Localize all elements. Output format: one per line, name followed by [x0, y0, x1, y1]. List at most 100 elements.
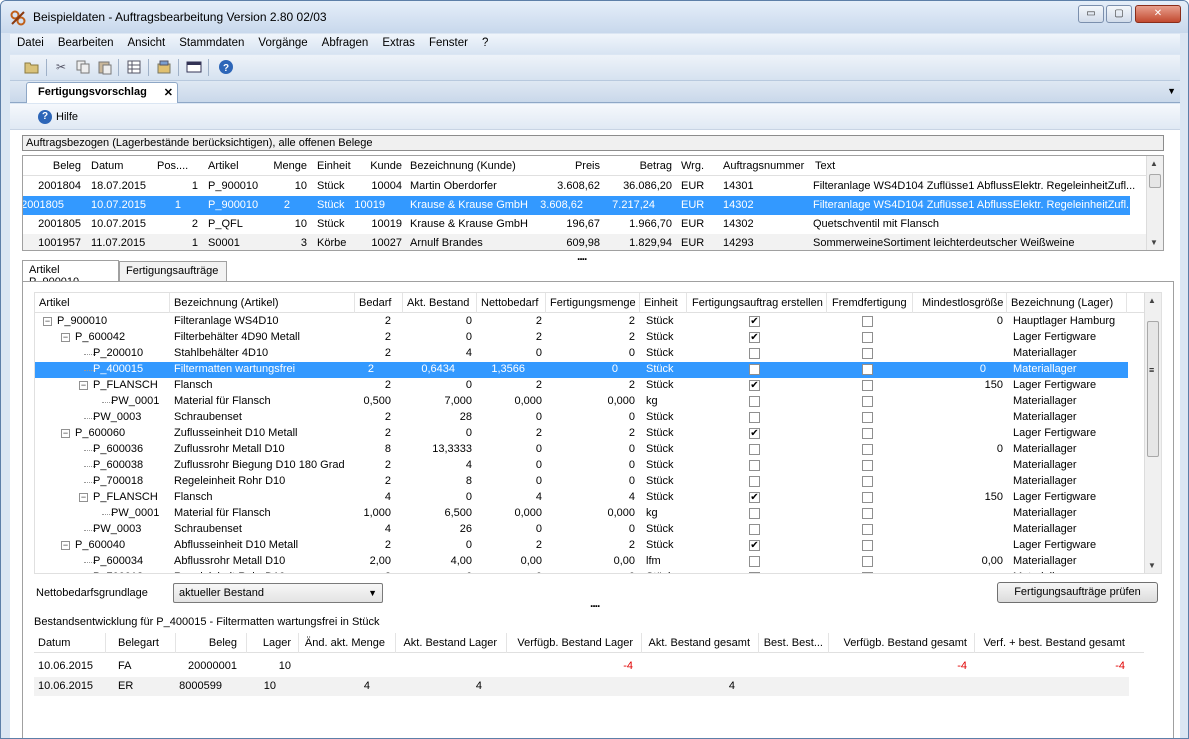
column-divider[interactable]	[758, 633, 759, 653]
fremdfertigung-checkbox[interactable]	[862, 540, 873, 551]
fertigungsauftrag-checkbox[interactable]	[749, 524, 760, 535]
fremdfertigung-checkbox[interactable]	[862, 460, 873, 471]
column-header[interactable]: Lager	[263, 637, 291, 649]
fremdfertigung-checkbox[interactable]	[862, 428, 873, 439]
column-header[interactable]: Bezeichnung (Artikel)	[174, 297, 279, 309]
column-header[interactable]: Mindestlosgröße	[922, 297, 1003, 309]
fertigungsauftrag-checkbox[interactable]	[749, 444, 760, 455]
fremdfertigung-checkbox[interactable]	[862, 316, 873, 327]
column-header[interactable]: Fremdfertigung	[832, 297, 907, 309]
menu-abfragen[interactable]: Abfragen	[315, 34, 376, 49]
fertigungsauftrag-checkbox[interactable]: ✔	[749, 492, 760, 503]
column-header[interactable]: Akt. Bestand Lager	[403, 637, 497, 649]
fertigungsauftraege-pruefen-button[interactable]: Fertigungsaufträge prüfen	[997, 582, 1158, 603]
column-header[interactable]: Fertigungsauftrag erstellen	[692, 297, 823, 309]
help-circle-icon[interactable]: ?	[38, 110, 52, 124]
column-header[interactable]: Kunde	[370, 160, 402, 172]
column-header[interactable]: Nettobedarf	[481, 297, 538, 309]
scroll-thumb[interactable]	[1149, 174, 1161, 188]
column-header[interactable]: Best. Best...	[764, 637, 823, 649]
tab-list-dropdown-icon[interactable]: ▼	[1167, 86, 1176, 96]
fremdfertigung-checkbox[interactable]	[862, 332, 873, 343]
menu-extras[interactable]: Extras	[375, 34, 422, 49]
column-header[interactable]: Beleg	[53, 160, 81, 172]
table-row[interactable]: 2001804 18.07.2015 1 P_900010 10 Stück 10004 Ma…	[23, 177, 1147, 196]
tab-fertigungsvorschlag[interactable]: Fertigungsvorschlag ✕	[26, 82, 178, 103]
column-header[interactable]: Menge	[273, 160, 307, 172]
fremdfertigung-checkbox[interactable]	[862, 444, 873, 455]
table-row[interactable]: 2001805 10.07.2015 1 P_900010 2 Stück 10019 Kra…	[23, 196, 1135, 215]
column-divider[interactable]	[912, 293, 913, 313]
tree-row[interactable]: PW_0003 Schraubenset 2 28 0 0 Stück Materiallag…	[35, 410, 1145, 426]
column-header[interactable]: Verf. + best. Bestand gesamt	[983, 637, 1125, 649]
fremdfertigung-checkbox[interactable]	[862, 508, 873, 519]
column-header[interactable]: Verfügb. Bestand Lager	[517, 637, 633, 649]
tree-row[interactable]: − P_600060 Zuflusseinheit D10 Metall 2 0 2 2 St…	[35, 426, 1145, 442]
fertigungsauftrag-checkbox[interactable]: ✔	[749, 316, 760, 327]
scroll-up-icon[interactable]: ▲	[1150, 159, 1158, 168]
menu-help[interactable]: ?	[475, 34, 495, 49]
column-header[interactable]: Fertigungsmenge	[550, 297, 636, 309]
column-divider[interactable]	[402, 293, 403, 313]
column-divider[interactable]	[1126, 293, 1127, 313]
stock-row[interactable]: 10.06.2015 FA 20000001 10 -4 -4 -4	[34, 657, 1144, 676]
column-header[interactable]: Einheit	[644, 297, 678, 309]
stock-development-table[interactable]: Datum Belegart Beleg Lager Änd. akt. Menge Ak…	[34, 633, 1144, 698]
column-divider[interactable]	[828, 633, 829, 653]
orders-table[interactable]: Beleg Datum Pos.... Artikel Menge Einheit Kund…	[22, 155, 1164, 251]
column-header[interactable]: Beleg	[209, 637, 237, 649]
column-divider[interactable]	[298, 633, 299, 653]
table-row[interactable]: 2001805 10.07.2015 2 P_QFL 10 Stück 10019 Kraus…	[23, 215, 1147, 234]
table-icon[interactable]	[126, 59, 142, 75]
fremdfertigung-checkbox[interactable]	[862, 556, 873, 567]
column-divider[interactable]	[639, 293, 640, 313]
fremdfertigung-checkbox[interactable]	[862, 364, 873, 375]
column-divider[interactable]	[686, 293, 687, 313]
collapse-toggle-icon[interactable]: −	[79, 493, 88, 502]
tree-row[interactable]: P_400015 Filtermatten wartungsfrei 2 0,6434…	[35, 362, 1128, 378]
column-header[interactable]: Belegart	[118, 637, 159, 649]
column-divider[interactable]	[641, 633, 642, 653]
scroll-down-icon[interactable]: ▼	[1150, 238, 1158, 247]
column-divider[interactable]	[506, 633, 507, 653]
tree-row[interactable]: P_600034 Abflussrohr Metall D10 2,00 4,00 0,…	[35, 554, 1145, 570]
fertigungsauftrag-checkbox[interactable]	[749, 476, 760, 487]
fertigungsauftrag-checkbox[interactable]	[749, 348, 760, 359]
close-tab-icon[interactable]: ✕	[164, 86, 173, 99]
fertigungsauftrag-checkbox[interactable]	[749, 364, 760, 375]
fertigungsauftrag-checkbox[interactable]: ✔	[749, 380, 760, 391]
cut-icon[interactable]: ✂	[53, 59, 69, 75]
tree-row[interactable]: P_700018 Regeleinheit Rohr D10 2 6 0 0 Stück Ma…	[35, 570, 1145, 573]
column-header[interactable]: Artikel	[39, 297, 70, 309]
fremdfertigung-checkbox[interactable]	[862, 348, 873, 359]
column-header[interactable]: Verfügb. Bestand gesamt	[843, 637, 967, 649]
splitter-grip[interactable]: ....	[590, 596, 600, 610]
column-header[interactable]: Akt. Bestand	[407, 297, 469, 309]
column-header[interactable]: Text	[815, 160, 835, 172]
restore-button[interactable]: ▢	[1106, 5, 1132, 23]
column-divider[interactable]	[175, 633, 176, 653]
column-header[interactable]: Wrg.	[681, 160, 704, 172]
tree-row[interactable]: PW_0001 Material für Flansch 1,000 6,500 0,0…	[35, 506, 1145, 522]
fertigungsauftrag-checkbox[interactable]: ✔	[749, 428, 760, 439]
tree-row[interactable]: − P_FLANSCH Flansch 4 0 4 4 Stück ✔ 150 Lager Fert…	[35, 490, 1145, 506]
column-header[interactable]: Auftragsnummer	[723, 160, 804, 172]
open-icon[interactable]	[24, 59, 40, 75]
column-divider[interactable]	[354, 293, 355, 313]
column-header[interactable]: Bezeichnung (Kunde)	[410, 160, 516, 172]
column-divider[interactable]	[1006, 293, 1007, 313]
fertigungsauftrag-checkbox[interactable]	[749, 396, 760, 407]
column-header[interactable]: Datum	[38, 637, 70, 649]
column-header[interactable]: Pos....	[157, 160, 188, 172]
window-icon[interactable]	[186, 59, 202, 75]
bom-scrollbar[interactable]: ▲ ≡ ▼	[1144, 293, 1161, 573]
column-divider[interactable]	[974, 633, 975, 653]
fremdfertigung-checkbox[interactable]	[862, 396, 873, 407]
tree-row[interactable]: − P_FLANSCH Flansch 2 0 2 2 Stück ✔ 150 Lager Fert…	[35, 378, 1145, 394]
fremdfertigung-checkbox[interactable]	[862, 380, 873, 391]
tab-fertigungsauftraege[interactable]: Fertigungsaufträge	[119, 261, 227, 281]
menu-vorgaenge[interactable]: Vorgänge	[251, 34, 314, 49]
column-header[interactable]: Preis	[575, 160, 600, 172]
column-divider[interactable]	[246, 633, 247, 653]
fremdfertigung-checkbox[interactable]	[862, 412, 873, 423]
